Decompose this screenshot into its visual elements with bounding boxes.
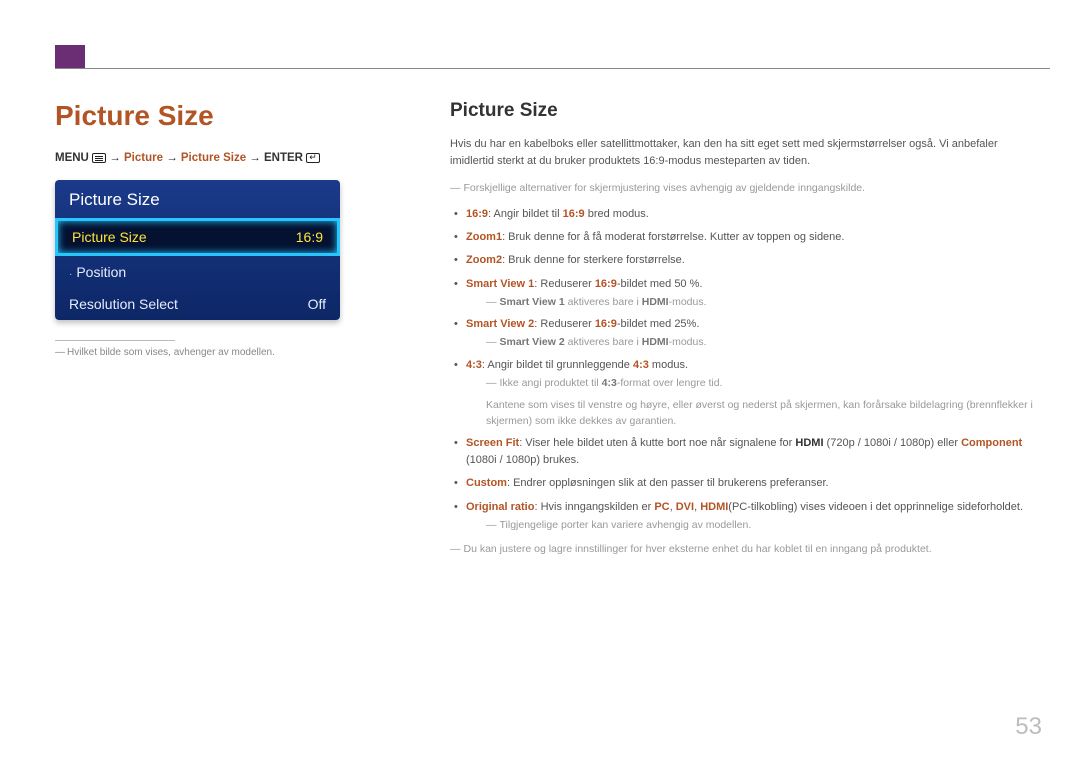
osd-row-value: Off [308,296,326,312]
list-item: Smart View 1: Reduserer 16:9-bildet med … [454,276,1035,311]
osd-panel: Picture Size Picture Size 16:9 ·Position… [55,180,340,320]
osd-row-picture-size[interactable]: Picture Size 16:9 [55,218,340,256]
left-column: Picture Size MENU → Picture → Picture Si… [55,100,400,358]
osd-row-label: Picture Size [72,229,147,245]
top-rule [55,68,1050,69]
dash-icon: ― [450,182,460,194]
note-adjust: ―Du kan justere og lagre innstillinger f… [450,541,1035,557]
osd-row-resolution-select[interactable]: Resolution Select Off [55,288,340,320]
osd-row-position[interactable]: ·Position [55,256,340,288]
dash-icon: ― [450,543,460,555]
list-item: Smart View 2: Reduserer 16:9-bildet med … [454,316,1035,351]
enter-icon [306,153,320,163]
section-title: Picture Size [55,100,400,132]
list-item: Zoom1: Bruk denne for å få moderat forst… [454,229,1035,246]
options-list: 16:9: Angir bildet til 16:9 bred modus. … [450,206,1035,533]
submenu-dot-icon: · [69,269,72,280]
osd-row-label: ·Position [69,264,126,280]
list-item: Custom: Endrer oppløsningen slik at den … [454,475,1035,492]
dash-icon: ― [486,519,496,531]
menu-icon [92,153,106,163]
right-column: Picture Size Hvis du har en kabelboks el… [450,100,1035,568]
breadcrumb-menu: MENU [55,152,89,164]
list-item: Original ratio: Hvis inngangskilden er P… [454,499,1035,534]
sub-note: ―Smart View 1 aktiveres bare i HDMI-modu… [486,295,1035,311]
subsection-title: Picture Size [450,100,1035,122]
list-item: 16:9: Angir bildet til 16:9 bred modus. [454,206,1035,223]
sub-note: Kantene som vises til venstre og høyre, … [486,398,1035,430]
corner-accent [55,45,85,69]
list-item: 4:3: Angir bildet til grunnleggende 4:3 … [454,357,1035,429]
breadcrumb-enter: ENTER [264,152,303,164]
footnote-rule [55,340,175,341]
breadcrumb-picture: Picture [124,152,163,164]
arrow-icon: → [166,152,178,164]
note-sources: ―Forskjellige alternativer for skjermjus… [450,180,1035,196]
dash-icon: ― [486,296,496,308]
list-item: Screen Fit: Viser hele bildet uten å kut… [454,435,1035,469]
page-number: 53 [1015,713,1042,741]
osd-title: Picture Size [55,180,340,218]
sub-note: ―Tilgjengelige porter kan variere avheng… [486,518,1035,534]
dash-icon: ― [55,347,63,358]
arrow-icon: → [109,152,121,164]
sub-note: ―Smart View 2 aktiveres bare i HDMI-modu… [486,335,1035,351]
osd-row-value: 16:9 [296,229,323,245]
arrow-icon: → [249,152,261,164]
sub-note: ―Ikke angi produktet til 4:3-format over… [486,376,1035,392]
breadcrumb-picture-size: Picture Size [181,152,246,164]
breadcrumb: MENU → Picture → Picture Size → ENTER [55,150,400,166]
osd-footnote: ―Hvilket bilde som vises, avhenger av mo… [55,347,400,358]
osd-row-label: Resolution Select [69,296,178,312]
list-item: Zoom2: Bruk denne for sterkere forstørre… [454,252,1035,269]
dash-icon: ― [486,377,496,389]
intro-paragraph: Hvis du har en kabelboks eller satellitt… [450,136,1035,170]
dash-icon: ― [486,336,496,348]
